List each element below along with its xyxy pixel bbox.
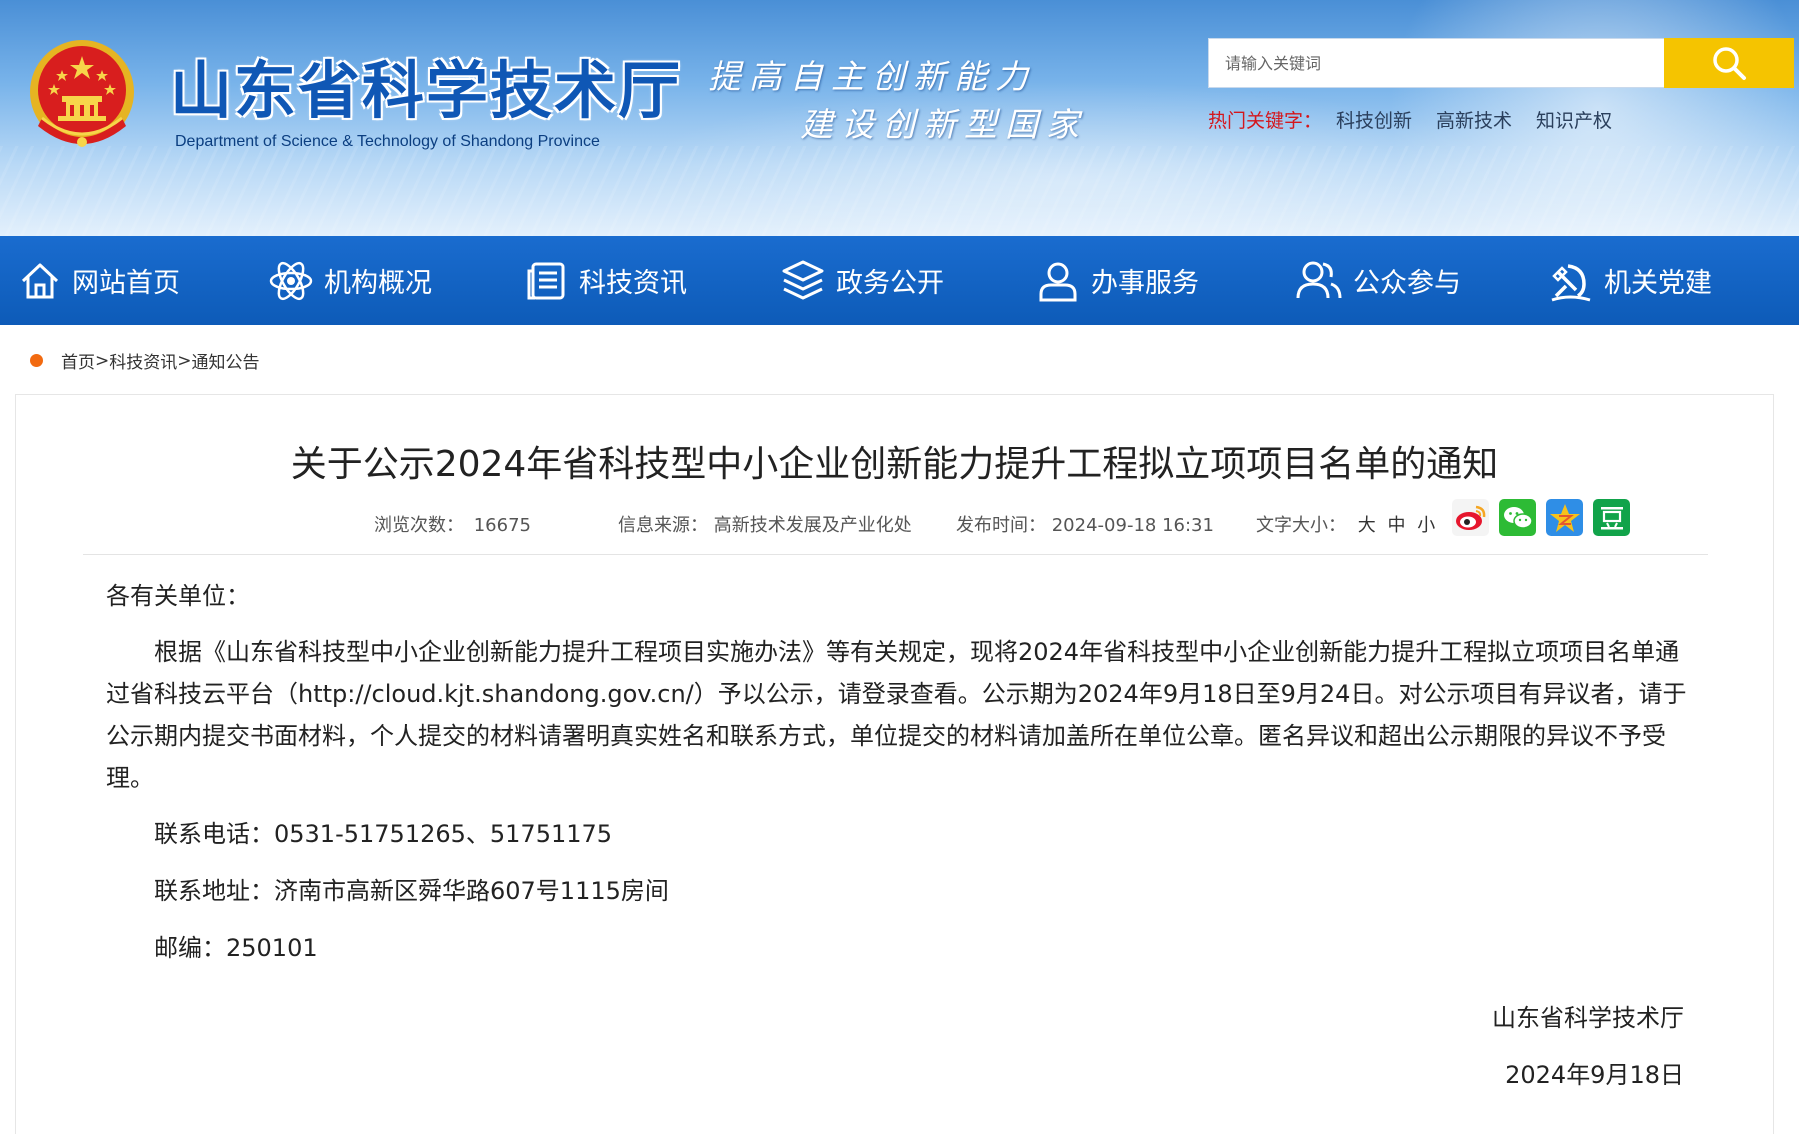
font-size-control: 文字大小： 大 中 小 — [1256, 511, 1435, 537]
article-greeting: 各有关单位： — [106, 582, 250, 610]
nav-item-label: 办事服务 — [1091, 268, 1199, 299]
article-paragraph: 根据《山东省科技型中小企业创新能力提升工程项目实施办法》等有关规定，现将2024… — [106, 638, 1687, 792]
layers-icon — [782, 260, 824, 299]
time-value: 2024-09-18 16:31 — [1051, 515, 1214, 536]
share-qzone-button[interactable] — [1546, 499, 1583, 536]
nav-item-services[interactable]: 办事服务 — [1035, 236, 1199, 325]
views-count: 浏览次数： 16675 — [374, 511, 531, 537]
article-container: 关于公示2024年省科技型中小企业创新能力提升工程拟立项项目名单的通知 浏览次数… — [15, 394, 1774, 1134]
contact-address: 联系地址：济南市高新区舜华路607号1115房间 — [154, 877, 669, 905]
breadcrumb: 首页 > 科技资讯 > 通知公告 — [30, 348, 260, 373]
atom-icon — [269, 261, 313, 300]
hot-keywords: 热门关键字： 科技创新 高新技术 知识产权 — [1208, 106, 1636, 133]
slogan-line-2: 建设创新型国家 — [800, 105, 1087, 144]
hot-keyword-link[interactable]: 科技创新 — [1336, 106, 1412, 133]
news-icon — [527, 262, 565, 299]
share-buttons — [1452, 499, 1630, 536]
article-body: 各有关单位： 根据《山东省科技型中小企业创新能力提升工程项目实施办法》等有关规定… — [106, 575, 1696, 1096]
nav-item-about[interactable]: 机构概况 — [268, 236, 432, 325]
search-input[interactable] — [1208, 38, 1664, 88]
breadcrumb-item-notices[interactable]: 通知公告 — [192, 348, 260, 373]
party-icon — [1551, 263, 1591, 301]
nav-item-home[interactable]: 网站首页 — [18, 236, 180, 325]
nav-item-label: 机构概况 — [324, 268, 432, 299]
article-title: 关于公示2024年省科技型中小企业创新能力提升工程拟立项项目名单的通知 — [290, 444, 1499, 485]
signature-organization: 山东省科学技术厅 — [1492, 1004, 1684, 1032]
douban-icon — [1600, 506, 1623, 529]
nav-item-label: 公众参与 — [1353, 268, 1461, 299]
hot-keyword-link[interactable]: 高新技术 — [1436, 106, 1512, 133]
time-label: 发布时间： — [956, 515, 1046, 536]
users-icon — [1296, 261, 1342, 298]
nav-item-gov-affairs[interactable]: 政务公开 — [780, 236, 944, 325]
hot-keyword-link[interactable]: 知识产权 — [1536, 106, 1612, 133]
site-title[interactable]: 山东省科学技术厅 — [170, 40, 682, 130]
wechat-icon — [1503, 506, 1533, 529]
font-size-medium-button[interactable]: 中 — [1387, 515, 1405, 536]
contact-phone: 联系电话：0531-51751265、51751175 — [154, 820, 613, 848]
header-banner: 山东省科学技术厅 Department of Science & Technol… — [0, 0, 1799, 236]
nav-item-label: 政务公开 — [836, 268, 944, 299]
font-size-large-button[interactable]: 大 — [1358, 515, 1376, 536]
hot-keywords-label: 热门关键字： — [1208, 110, 1323, 132]
home-icon — [21, 263, 59, 298]
main-nav: 网站首页 机构概况 科技资讯 政务公开 办事服务 公众参与 机关党建 — [0, 236, 1799, 325]
search-box — [1208, 38, 1794, 88]
breadcrumb-separator: > — [95, 350, 110, 371]
search-icon — [1713, 47, 1746, 80]
user-icon — [1039, 262, 1077, 301]
publish-time: 发布时间： 2024-09-18 16:31 — [956, 511, 1214, 537]
views-label: 浏览次数： — [374, 515, 464, 536]
banner-decoration — [0, 146, 1799, 236]
views-value: 16675 — [473, 515, 531, 536]
weibo-icon — [1455, 505, 1485, 530]
source-label: 信息来源： — [618, 515, 708, 536]
breadcrumb-item-news[interactable]: 科技资讯 — [109, 348, 177, 373]
breadcrumb-dot-icon — [30, 354, 43, 367]
source-value: 高新技术发展及产业化处 — [713, 515, 912, 536]
nav-item-label: 网站首页 — [72, 268, 180, 299]
slogan-line-1: 提高自主创新能力 — [708, 57, 1036, 96]
contact-postcode: 邮编：250101 — [154, 934, 318, 962]
info-source: 信息来源： 高新技术发展及产业化处 — [618, 511, 912, 537]
share-weibo-button[interactable] — [1452, 499, 1489, 536]
site-subtitle: Department of Science & Technology of Sh… — [175, 133, 600, 150]
nav-item-party-building[interactable]: 机关党建 — [1548, 236, 1712, 325]
nav-item-news[interactable]: 科技资讯 — [525, 236, 687, 325]
nav-item-label: 科技资讯 — [579, 268, 687, 299]
national-emblem-icon[interactable] — [28, 38, 136, 152]
share-douban-button[interactable] — [1593, 499, 1630, 536]
search-button[interactable] — [1664, 38, 1794, 88]
breadcrumb-item-home[interactable]: 首页 — [61, 348, 95, 373]
signature-date: 2024年9月18日 — [1505, 1061, 1684, 1089]
qzone-icon — [1549, 503, 1580, 532]
nav-item-label: 机关党建 — [1604, 268, 1712, 299]
breadcrumb-separator: > — [177, 350, 192, 371]
font-size-label: 文字大小： — [1256, 515, 1346, 536]
font-size-small-button[interactable]: 小 — [1417, 515, 1435, 536]
meta-divider — [83, 554, 1708, 555]
nav-item-public-participation[interactable]: 公众参与 — [1295, 236, 1461, 325]
share-wechat-button[interactable] — [1499, 499, 1536, 536]
